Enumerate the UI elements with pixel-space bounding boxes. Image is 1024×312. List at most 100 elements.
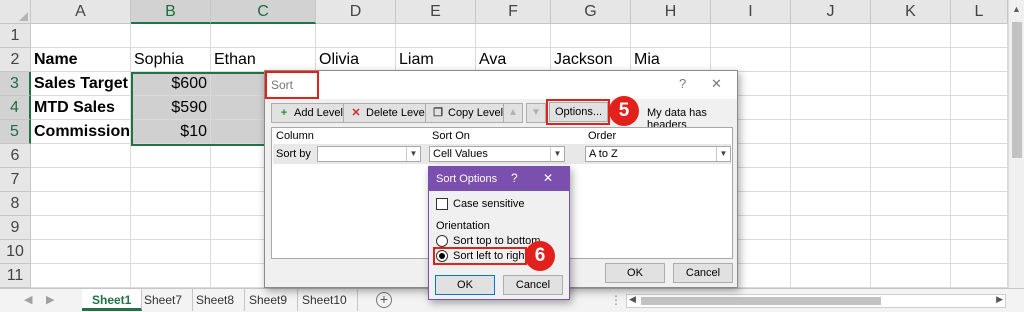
cell-c2[interactable]: Ethan [211,48,315,71]
horizontal-scrollbar[interactable]: ◀ ▶ [626,294,1006,308]
tab-scroll-left-icon[interactable]: ◀ [24,293,32,306]
gridline-vertical [870,24,871,288]
options-highlight-box [546,99,610,125]
help-icon[interactable]: ? [679,76,686,91]
add-level-button[interactable]: + Add Level [271,103,349,123]
row-header-8[interactable]: 8 [0,192,31,216]
row-header-7[interactable]: 7 [0,168,31,192]
options-ok-button[interactable]: OK [435,275,495,295]
row-header-5[interactable]: 5 [0,120,31,144]
sort-on-select[interactable]: Cell Values ▼ [429,146,565,162]
column-header-g[interactable]: G [551,0,631,24]
sort-on-header: Sort On [432,130,470,142]
chevron-down-icon[interactable]: ▼ [406,147,420,161]
row-header-2[interactable]: 2 [0,48,31,72]
gridline-vertical [950,24,951,288]
sheet-tab-sheet9[interactable]: Sheet9 [239,289,299,311]
tab-scroll-right-icon[interactable]: ▶ [46,293,54,306]
vertical-scrollbar[interactable]: ▲ [1008,0,1024,288]
cell-g2[interactable]: Jackson [551,48,630,71]
order-header: Order [588,130,617,142]
sort-top-to-bottom-label[interactable]: Sort top to bottom [453,235,540,247]
vertical-scroll-thumb[interactable] [1012,22,1022,158]
case-sensitive-label[interactable]: Case sensitive [453,198,525,210]
row-header-9[interactable]: 9 [0,216,31,240]
sort-options-title: Sort Options [436,173,498,185]
copy-level-button[interactable]: ❐ Copy Level [425,103,510,123]
sort-dialog-titlebar[interactable]: Sort ? ✕ [265,71,737,99]
row-header-1[interactable]: 1 [0,24,31,48]
cancel-button[interactable]: Cancel [673,263,733,283]
order-value: A to Z [589,148,618,160]
sort-options-dialog: Sort Options ? ✕ Case sensitive Orientat… [428,166,570,300]
cell-b3[interactable]: $600 [131,72,210,95]
plus-icon: + [280,107,288,119]
sort-level-row[interactable]: Sort by ▼ Cell Values ▼ A to Z ▼ [273,144,731,164]
row-header-10[interactable]: 10 [0,240,31,264]
sort-by-label: Sort by [276,148,311,160]
move-down-button[interactable]: ▼ [526,103,546,123]
options-cancel-button[interactable]: Cancel [503,275,563,295]
column-header-b[interactable]: B [131,0,211,24]
split-handle-icon[interactable]: ⋮ [610,293,622,307]
column-header-c[interactable]: C [211,0,316,24]
row-header-6[interactable]: 6 [0,144,31,168]
cell-f2[interactable]: Ava [476,48,550,71]
column-header: Column [276,130,314,142]
copy-level-label: Copy Level [448,107,504,119]
delete-level-button[interactable]: ✕ Delete Level [343,103,434,123]
select-all-corner[interactable] [0,0,31,24]
cell-e2[interactable]: Liam [396,48,475,71]
title-highlight-box [265,71,319,99]
move-up-button[interactable]: ▲ [503,103,523,123]
close-icon[interactable]: ✕ [711,76,722,92]
cell-a3[interactable]: Sales Target [31,72,130,95]
chevron-down-icon[interactable]: ▼ [716,147,730,161]
help-icon[interactable]: ? [511,171,518,185]
step-6-badge: 6 [525,241,555,271]
delete-x-icon: ✕ [351,107,361,119]
close-icon[interactable]: ✕ [543,171,553,185]
column-header-l[interactable]: L [951,0,1008,24]
sort-top-to-bottom-radio[interactable] [436,235,448,247]
chevron-down-icon[interactable]: ▼ [550,147,564,161]
row-header-4[interactable]: 4 [0,96,31,120]
horizontal-scroll-thumb[interactable] [641,297,881,305]
row-header-11[interactable]: 11 [0,264,31,288]
sort-on-value: Cell Values [433,148,488,160]
column-header-f[interactable]: F [476,0,551,24]
scroll-left-icon[interactable]: ◀ [629,294,636,305]
order-select[interactable]: A to Z ▼ [585,146,731,162]
orientation-label: Orientation [436,220,490,232]
cell-d2[interactable]: Olivia [316,48,395,71]
column-header-h[interactable]: H [631,0,711,24]
sort-options-titlebar[interactable]: Sort Options ? ✕ [429,167,569,191]
column-header-a[interactable]: A [31,0,131,24]
scroll-up-icon[interactable]: ▲ [1012,4,1021,14]
sheet-tab-sheet10[interactable]: Sheet10 [292,289,358,311]
sheet-tab-sheet7[interactable]: Sheet7 [134,289,194,311]
column-header-e[interactable]: E [396,0,476,24]
add-sheet-button[interactable]: + [376,292,392,308]
scroll-right-icon[interactable]: ▶ [996,294,1003,305]
cell-a4[interactable]: MTD Sales [31,96,130,119]
column-header-k[interactable]: K [871,0,951,24]
cell-b5[interactable]: $10 [131,120,210,143]
column-header-j[interactable]: J [791,0,871,24]
cell-b2[interactable]: Sophia [131,48,210,71]
column-header-d[interactable]: D [316,0,396,24]
ok-button[interactable]: OK [605,263,665,283]
add-level-label: Add Level [294,107,343,119]
cell-h2[interactable]: Mia [631,48,710,71]
row-header-3[interactable]: 3 [0,72,31,96]
case-sensitive-checkbox[interactable] [436,198,448,210]
cell-b4[interactable]: $590 [131,96,210,119]
cell-a2[interactable]: Name [31,48,130,71]
sheet-tab-sheet8[interactable]: Sheet8 [186,289,246,311]
sort-by-column-select[interactable]: ▼ [317,146,421,162]
copy-icon: ❐ [433,107,443,119]
gridline-vertical [790,24,791,288]
cell-a5[interactable]: Commission [31,120,130,143]
step-5-badge: 5 [609,96,639,126]
column-header-i[interactable]: I [711,0,791,24]
